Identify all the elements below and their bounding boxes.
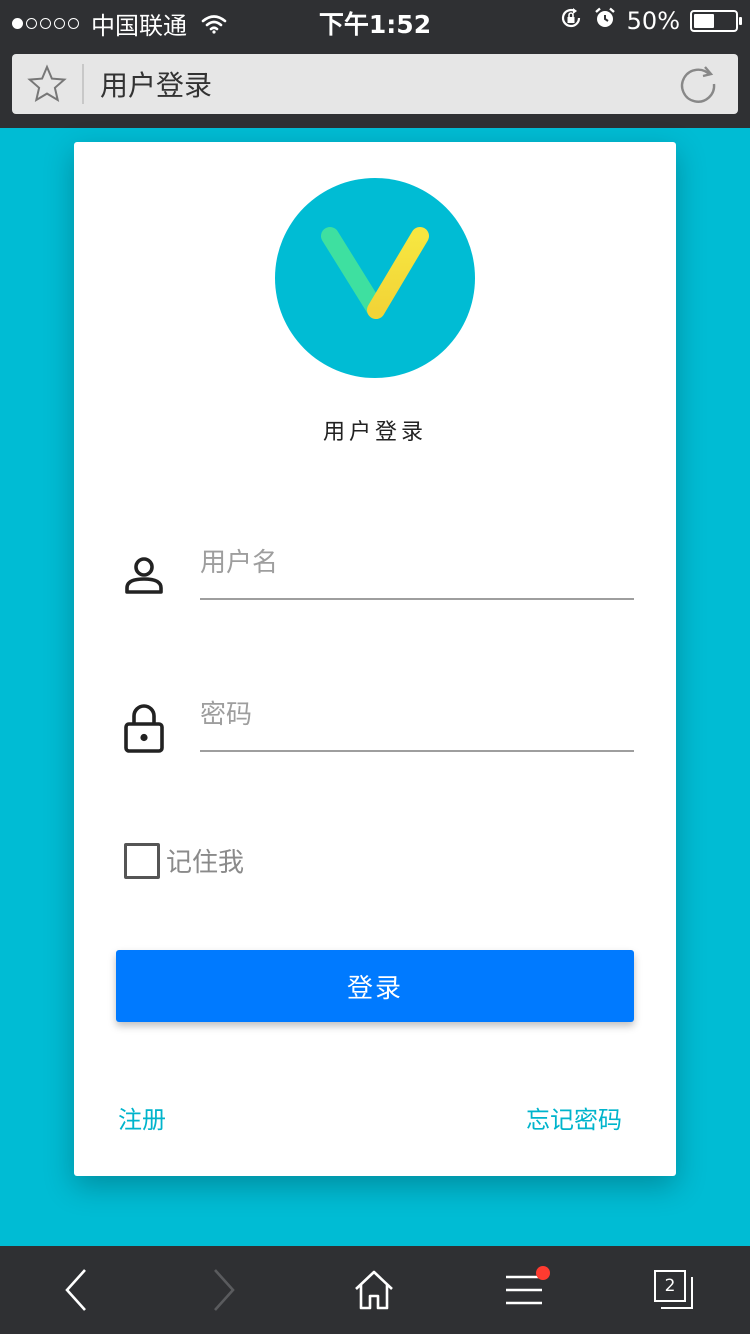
status-bar: 中国联通 下午1:52 50% [0, 0, 750, 42]
password-input[interactable] [200, 660, 634, 752]
bookmark-star-icon[interactable] [12, 64, 84, 104]
login-title: 用户登录 [322, 420, 427, 445]
status-right: 50% [559, 6, 742, 36]
remember-me[interactable]: 记住我 [124, 842, 244, 879]
battery-icon [690, 10, 742, 32]
battery-percent: 50% [626, 7, 680, 35]
home-icon [355, 1270, 393, 1310]
tabs-button[interactable]: 2 [624, 1246, 724, 1334]
tab-count: 2 [654, 1270, 686, 1302]
reload-icon[interactable] [658, 63, 738, 105]
tabs-icon: 2 [654, 1270, 694, 1310]
menu-button[interactable] [474, 1246, 574, 1334]
back-button[interactable] [26, 1246, 126, 1334]
address-bar[interactable]: 用户登录 [12, 54, 738, 114]
logo-m-icon [321, 227, 429, 329]
forward-button[interactable] [174, 1246, 274, 1334]
lock-icon [116, 700, 172, 756]
username-input[interactable] [200, 508, 634, 600]
login-button[interactable]: 登录 [116, 950, 634, 1022]
browser-toolbar: 2 [0, 1246, 750, 1334]
register-link[interactable]: 注册 [118, 1100, 166, 1135]
password-row [116, 660, 634, 770]
chevron-right-icon [214, 1269, 235, 1311]
rotation-lock-icon [559, 6, 583, 36]
login-card: 用户登录 记住我 [74, 142, 676, 1176]
username-row [116, 508, 634, 618]
notification-dot [536, 1266, 550, 1280]
browser-address-area: 用户登录 [0, 42, 750, 128]
user-icon [116, 548, 172, 604]
chevron-left-icon [65, 1269, 86, 1311]
remember-label: 记住我 [166, 848, 245, 878]
address-page-title[interactable]: 用户登录 [84, 64, 658, 104]
screen: 中国联通 下午1:52 50% 用户登录 用户登录 用户名 记住我 登录 注册 … [0, 0, 750, 1334]
battery-fill [694, 14, 714, 28]
app-logo [275, 178, 475, 378]
remember-checkbox[interactable] [124, 842, 160, 879]
forgot-password-link[interactable]: 忘记密码 [526, 1100, 622, 1135]
alarm-icon [593, 6, 617, 36]
home-button[interactable] [324, 1246, 424, 1334]
